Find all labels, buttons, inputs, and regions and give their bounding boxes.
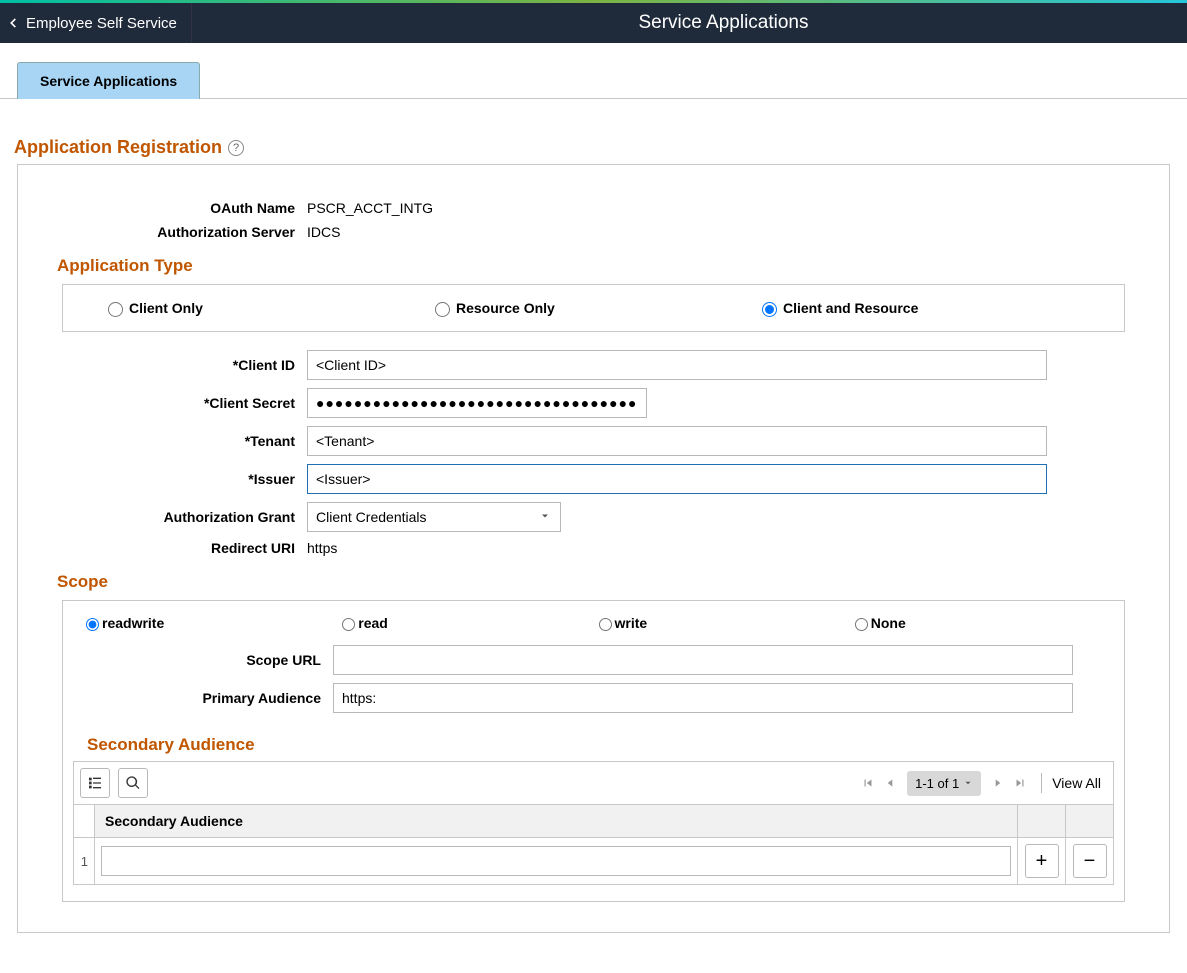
application-type-group: Client Only Resource Only Client and Res… xyxy=(62,284,1125,332)
radio-label-write: write xyxy=(615,615,648,631)
help-icon[interactable]: ? xyxy=(228,140,244,156)
radio-label-client-and-resource: Client and Resource xyxy=(783,300,918,316)
radio-input-resource-only[interactable] xyxy=(435,302,450,317)
toolbar-divider xyxy=(1041,773,1042,793)
rownum-header xyxy=(74,805,95,838)
grid-next-button xyxy=(987,772,1009,794)
scope-url-input[interactable] xyxy=(333,645,1073,675)
chevron-left-icon xyxy=(6,16,20,30)
issuer-label: *Issuer xyxy=(32,471,307,487)
radio-input-none[interactable] xyxy=(855,618,868,631)
back-button[interactable]: Employee Self Service xyxy=(0,3,192,43)
grid-search-button[interactable] xyxy=(118,768,148,798)
grid-settings-icon xyxy=(87,775,103,791)
grid-range[interactable]: 1-1 of 1 xyxy=(907,771,981,796)
application-registration-panel: Application Registration ? OAuth Name PS… xyxy=(17,164,1170,933)
client-id-input[interactable] xyxy=(307,350,1047,380)
secondary-audience-input[interactable] xyxy=(101,846,1011,876)
tab-service-applications[interactable]: Service Applications xyxy=(17,62,200,99)
nav-first-icon xyxy=(861,776,875,790)
row-number: 1 xyxy=(74,838,95,885)
radio-client-and-resource[interactable]: Client and Resource xyxy=(757,299,1084,317)
chevron-down-icon xyxy=(963,778,973,788)
back-label: Employee Self Service xyxy=(26,15,177,32)
primary-audience-input[interactable] xyxy=(333,683,1073,713)
radio-read[interactable]: read xyxy=(337,615,593,631)
view-all-link[interactable]: View All xyxy=(1052,775,1101,791)
radio-none[interactable]: None xyxy=(850,615,1106,631)
primary-audience-label: Primary Audience xyxy=(73,690,333,706)
client-secret-input[interactable] xyxy=(307,388,647,418)
auth-server-label: Authorization Server xyxy=(32,224,307,240)
secondary-audience-grid: Secondary Audience 1 + − xyxy=(73,804,1114,885)
add-col-header xyxy=(1018,805,1066,838)
grid-first-button xyxy=(857,772,879,794)
radio-input-readwrite[interactable] xyxy=(86,618,99,631)
radio-input-client-and-resource[interactable] xyxy=(762,302,777,317)
radio-resource-only[interactable]: Resource Only xyxy=(430,299,757,317)
secondary-audience-title: Secondary Audience xyxy=(87,735,1114,755)
radio-input-read[interactable] xyxy=(342,618,355,631)
grid-range-text: 1-1 of 1 xyxy=(915,776,959,791)
tenant-label: *Tenant xyxy=(32,433,307,449)
table-row: 1 + − xyxy=(74,838,1114,885)
auth-server-value: IDCS xyxy=(307,224,340,240)
radio-label-resource-only: Resource Only xyxy=(456,300,555,316)
nav-prev-icon xyxy=(883,776,897,790)
client-id-label: *Client ID xyxy=(32,357,307,373)
redirect-uri-label: Redirect URI xyxy=(32,540,307,556)
application-type-title: Application Type xyxy=(57,256,1155,276)
client-secret-label: *Client Secret xyxy=(32,395,307,411)
remove-col-header xyxy=(1066,805,1114,838)
nav-last-icon xyxy=(1013,776,1027,790)
radio-input-write[interactable] xyxy=(599,618,612,631)
radio-client-only[interactable]: Client Only xyxy=(103,299,430,317)
panel-title-text: Application Registration xyxy=(14,137,222,158)
secondary-audience-header: Secondary Audience xyxy=(95,805,1018,838)
scope-url-label: Scope URL xyxy=(73,652,333,668)
scope-panel: readwrite read write None xyxy=(62,600,1125,902)
grid-settings-button[interactable] xyxy=(80,768,110,798)
tenant-input[interactable] xyxy=(307,426,1047,456)
topbar: Employee Self Service Service Applicatio… xyxy=(0,3,1187,43)
panel-title: Application Registration ? xyxy=(14,137,244,158)
scope-radio-group: readwrite read write None xyxy=(73,615,1114,631)
radio-readwrite[interactable]: readwrite xyxy=(81,615,337,631)
grid-last-button xyxy=(1009,772,1031,794)
radio-input-client-only[interactable] xyxy=(108,302,123,317)
remove-row-button[interactable]: − xyxy=(1073,844,1107,878)
scope-title: Scope xyxy=(57,572,1155,592)
radio-write[interactable]: write xyxy=(594,615,850,631)
radio-label-readwrite: readwrite xyxy=(102,615,164,631)
redirect-uri-value: https xyxy=(307,540,337,556)
radio-label-read: read xyxy=(358,615,388,631)
issuer-input[interactable] xyxy=(307,464,1047,494)
nav-next-icon xyxy=(991,776,1005,790)
search-icon xyxy=(125,775,141,791)
auth-grant-select[interactable]: Client Credentials xyxy=(307,502,561,532)
grid-prev-button xyxy=(879,772,901,794)
content-area: Application Registration ? OAuth Name PS… xyxy=(0,99,1187,973)
add-row-button[interactable]: + xyxy=(1025,844,1059,878)
auth-grant-label: Authorization Grant xyxy=(32,509,307,525)
tab-row: Service Applications xyxy=(0,43,1187,99)
radio-label-none: None xyxy=(871,615,906,631)
radio-label-client-only: Client Only xyxy=(129,300,203,316)
grid-toolbar: 1-1 of 1 View All xyxy=(73,761,1114,804)
oauth-name-label: OAuth Name xyxy=(32,200,307,216)
oauth-name-value: PSCR_ACCT_INTG xyxy=(307,200,433,216)
